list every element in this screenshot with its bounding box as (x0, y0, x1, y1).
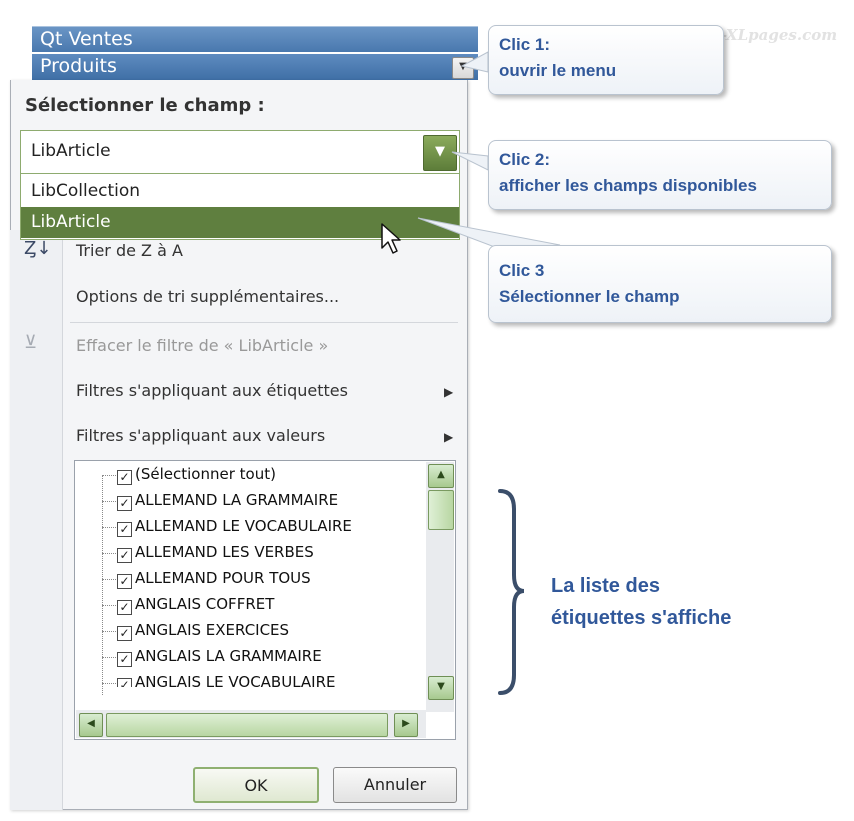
vertical-scrollbar[interactable]: ▲ ▼ (426, 462, 454, 712)
chevron-right-icon: ▶ (402, 718, 410, 729)
field-combo-value: LibArticle (31, 141, 111, 161)
submenu-arrow-icon: ▶ (444, 430, 454, 444)
submenu-arrow-icon: ▶ (444, 385, 454, 399)
checkbox-checked-icon[interactable]: ✓ (117, 652, 132, 667)
checklist-item[interactable]: ✓ ANGLAIS EXERCICES (117, 621, 289, 643)
menu-separator (70, 322, 458, 323)
checklist-item-label: ALLEMAND LE VOCABULAIRE (135, 517, 352, 535)
checkbox-checked-icon[interactable]: ✓ (117, 678, 132, 687)
tree-branch (102, 683, 116, 685)
menu-icon-column (10, 230, 63, 810)
clear-filter-icon: ⊻ (24, 332, 38, 353)
checkbox-checked-icon[interactable]: ✓ (117, 574, 132, 589)
checklist-item-label: ANGLAIS LA GRAMMAIRE (135, 647, 322, 665)
callout-step-2: Clic 2: afficher les champs disponibles (488, 140, 832, 210)
sort-za-icon: Ȥ↓ (24, 238, 52, 259)
tree-branch (102, 553, 116, 555)
checklist-item[interactable]: ✓ ANGLAIS LA GRAMMAIRE (117, 647, 322, 669)
tree-branch (102, 579, 116, 581)
scroll-left-button[interactable]: ◀ (79, 713, 103, 737)
horizontal-scrollbar[interactable]: ◀ ▶ (76, 710, 426, 738)
tree-branch (102, 475, 116, 477)
chevron-down-icon: ▼ (437, 681, 445, 692)
menu-clear-filter: Effacer le filtre de « LibArticle » (76, 336, 329, 355)
menu-value-filters[interactable]: Filtres s'appliquant aux valeurs (76, 426, 325, 445)
menu-sort-za[interactable]: Trier de Z à A (76, 241, 183, 260)
scroll-down-button[interactable]: ▼ (428, 676, 454, 700)
callout-1-line-1: Clic 1: (499, 35, 551, 54)
checklist-item-label: ALLEMAND POUR TOUS (135, 569, 311, 587)
header-dropdown-button[interactable]: ▼ (452, 57, 474, 79)
callout-step-3: Clic 3 Sélectionner le champ (488, 245, 832, 323)
checklist-item-label: ANGLAIS LE VOCABULAIRE (135, 673, 336, 687)
label-checklist[interactable]: ✓ (Sélectionner tout) ✓ ALLEMAND LA GRAMMA… (74, 460, 456, 740)
checklist-item[interactable]: ✓ ANGLAIS COFFRET (117, 595, 274, 617)
header-label: Qt Ventes (40, 28, 133, 50)
cancel-button[interactable]: Annuler (333, 767, 457, 803)
checkbox-checked-icon[interactable]: ✓ (117, 600, 132, 615)
checklist-item-label: (Sélectionner tout) (135, 465, 276, 483)
list-note-line-1: La liste des (551, 575, 660, 597)
callout-3-line-1: Clic 3 (499, 261, 545, 280)
checkbox-checked-icon[interactable]: ✓ (117, 496, 132, 511)
scroll-up-button[interactable]: ▲ (428, 464, 454, 488)
tree-line (102, 475, 104, 695)
checklist-item-label: ANGLAIS EXERCICES (135, 621, 290, 639)
callout-3-line-2: Sélectionner le champ (499, 287, 680, 306)
checkbox-checked-icon[interactable]: ✓ (117, 626, 132, 641)
field-combo-dropdown-button[interactable]: ▼ (423, 135, 457, 171)
checklist-item-label: ANGLAIS COFFRET (135, 595, 275, 613)
tree-branch (102, 657, 116, 659)
callout-2-line-1: Clic 2: (499, 150, 551, 169)
field-header-qt-ventes: Qt Ventes (32, 26, 478, 52)
header-label: Produits (40, 55, 117, 77)
scroll-right-button[interactable]: ▶ (394, 713, 418, 737)
menu-more-sort-options[interactable]: Options de tri supplémentaires... (76, 287, 339, 306)
checklist-item[interactable]: ✓ ALLEMAND POUR TOUS (117, 569, 311, 591)
ok-button[interactable]: OK (193, 767, 319, 803)
field-combo[interactable]: LibArticle ▼ (20, 130, 460, 174)
vertical-scroll-thumb[interactable] (428, 490, 454, 530)
chevron-down-icon: ▼ (459, 61, 467, 72)
field-option-libcollection[interactable]: LibCollection (21, 176, 459, 207)
brace-icon (498, 489, 525, 695)
checkbox-checked-icon[interactable]: ✓ (117, 470, 132, 485)
tree-branch (102, 527, 116, 529)
callout-2-line-2: afficher les champs disponibles (499, 176, 757, 195)
checklist-item[interactable]: ✓ (Sélectionner tout) (117, 465, 276, 487)
checklist-item-label: ALLEMAND LES VERBES (135, 543, 314, 561)
callout-1-line-2: ouvrir le menu (499, 61, 617, 80)
callout-step-1: Clic 1: ouvrir le menu (488, 25, 724, 95)
checklist-item[interactable]: ✓ ANGLAIS LE VOCABULAIRE (117, 673, 335, 687)
list-note-line-2: étiquettes s'affiche (551, 607, 732, 629)
menu-label-filters[interactable]: Filtres s'appliquant aux étiquettes (76, 381, 348, 400)
chevron-left-icon: ◀ (87, 718, 95, 729)
checklist-item-label: ALLEMAND LA GRAMMAIRE (135, 491, 339, 509)
select-field-title: Sélectionner le champ : (25, 95, 265, 116)
field-header-produits[interactable]: Produits ▼ (32, 54, 478, 80)
checkbox-checked-icon[interactable]: ✓ (117, 522, 132, 537)
tree-branch (102, 631, 116, 633)
tree-branch (102, 605, 116, 607)
checklist-item[interactable]: ✓ ALLEMAND LES VERBES (117, 543, 314, 565)
list-note: La liste des étiquettes s'affiche (551, 570, 731, 634)
checkbox-checked-icon[interactable]: ✓ (117, 548, 132, 563)
tree-branch (102, 501, 116, 503)
horizontal-scroll-thumb[interactable] (106, 713, 388, 737)
mouse-cursor-icon (381, 223, 401, 254)
checklist-item[interactable]: ✓ ALLEMAND LA GRAMMAIRE (117, 491, 338, 513)
checklist-item[interactable]: ✓ ALLEMAND LE VOCABULAIRE (117, 517, 352, 539)
chevron-up-icon: ▲ (437, 469, 445, 480)
chevron-down-icon: ▼ (435, 144, 445, 159)
